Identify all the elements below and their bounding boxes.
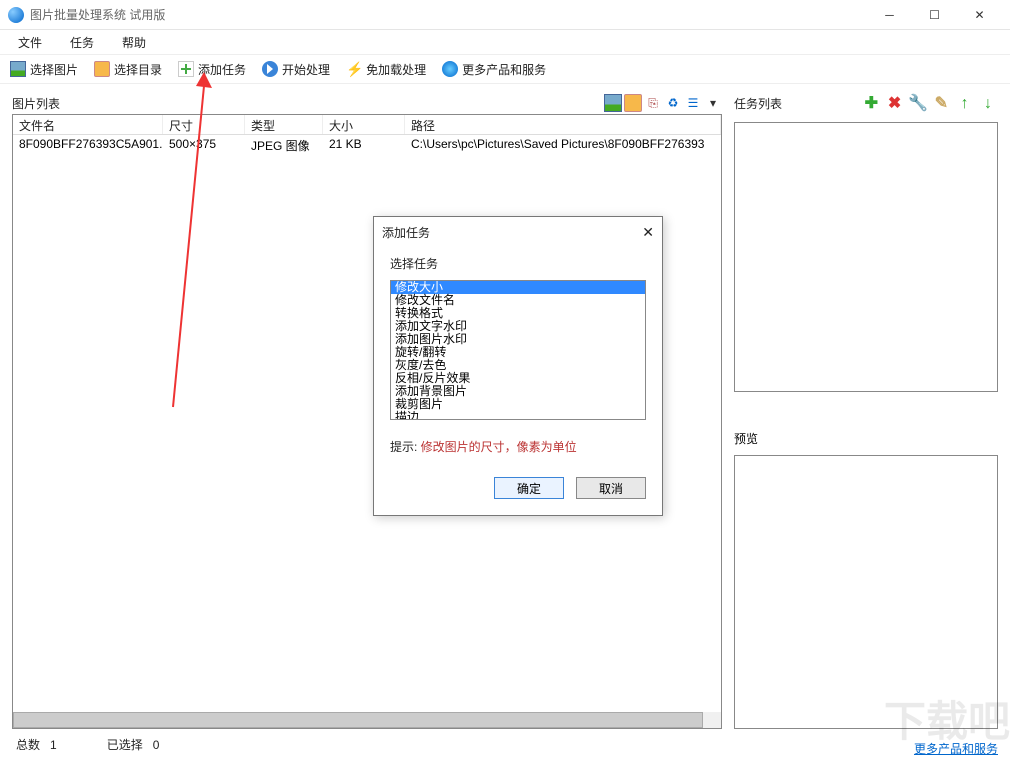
dialog-close-icon[interactable]: ✕	[642, 224, 654, 241]
add-task-button[interactable]: 添加任务	[174, 59, 250, 80]
select-folder-button[interactable]: 选择目录	[90, 59, 166, 80]
task-list-title: 任务列表	[734, 95, 782, 112]
list-item[interactable]: 裁剪图片	[391, 398, 645, 411]
close-button[interactable]: ✕	[957, 0, 1002, 30]
dropdown-icon[interactable]: ▾	[704, 94, 722, 112]
thumb-view-icon[interactable]	[604, 94, 622, 112]
footer-link[interactable]: 更多产品和服务	[914, 740, 998, 757]
wrench-icon[interactable]: 🔧	[908, 93, 928, 113]
move-down-icon[interactable]: ↓	[978, 95, 998, 113]
clear-icon[interactable]: ✎	[931, 93, 951, 113]
globe-icon	[442, 61, 458, 77]
menu-file[interactable]: 文件	[10, 32, 50, 53]
photo-icon	[10, 61, 26, 77]
preview-panel	[734, 455, 998, 729]
app-icon	[8, 7, 24, 23]
ok-button[interactable]: 确定	[494, 477, 564, 499]
table-row[interactable]: 8F090BFF276393C5A901... 500×375 JPEG 图像 …	[13, 135, 721, 155]
image-list-title: 图片列表	[12, 95, 60, 112]
menu-help[interactable]: 帮助	[114, 32, 154, 53]
window-title: 图片批量处理系统 试用版	[30, 6, 867, 23]
col-path[interactable]: 路径	[405, 115, 721, 134]
task-toolbar: ✚ ✖ 🔧 ✎ ↑ ↓	[861, 93, 998, 113]
export-icon[interactable]: ⎘	[644, 94, 662, 112]
dialog-title: 添加任务	[382, 224, 430, 241]
no-load-button[interactable]: ⚡ 免加载处理	[342, 59, 430, 80]
more-products-button[interactable]: 更多产品和服务	[438, 59, 550, 80]
add-task-dialog: 添加任务 ✕ 选择任务 修改大小 修改文件名 转换格式 添加文字水印 添加图片水…	[373, 216, 663, 516]
maximize-button[interactable]: ☐	[912, 0, 957, 30]
status-bar: 总数 1 已选择 0	[0, 733, 1010, 755]
cancel-button[interactable]: 取消	[576, 477, 646, 499]
folder-icon	[94, 61, 110, 77]
list-view-icon[interactable]: ☰	[684, 94, 702, 112]
toolbar: 选择图片 选择目录 添加任务 开始处理 ⚡ 免加载处理 更多产品和服务	[0, 54, 1010, 84]
group-label: 选择任务	[390, 255, 646, 272]
hint-text: 提示: 修改图片的尺寸，像素为单位	[390, 438, 646, 455]
col-type[interactable]: 类型	[245, 115, 323, 134]
recycle-icon[interactable]: ♻	[664, 94, 682, 112]
plus-icon	[178, 61, 194, 77]
add-icon[interactable]: ✚	[861, 93, 881, 113]
menu-bar: 文件 任务 帮助	[0, 30, 1010, 54]
delete-icon[interactable]: ✖	[885, 93, 905, 113]
select-images-button[interactable]: 选择图片	[6, 59, 82, 80]
col-size[interactable]: 尺寸	[163, 115, 245, 134]
minimize-button[interactable]: ─	[867, 0, 912, 30]
preview-title: 预览	[734, 430, 998, 447]
title-bar: 图片批量处理系统 试用版 ─ ☐ ✕	[0, 0, 1010, 30]
h-scrollbar[interactable]	[13, 712, 721, 728]
start-button[interactable]: 开始处理	[258, 59, 334, 80]
col-filesize[interactable]: 大小	[323, 115, 405, 134]
task-listbox[interactable]: 修改大小 修改文件名 转换格式 添加文字水印 添加图片水印 旋转/翻转 灰度/去…	[390, 280, 646, 420]
bolt-icon: ⚡	[346, 61, 362, 77]
task-list-panel	[734, 122, 998, 392]
col-filename[interactable]: 文件名	[13, 115, 163, 134]
move-up-icon[interactable]: ↑	[955, 95, 975, 113]
list-item[interactable]: 描边	[391, 411, 645, 420]
image-list-toolbar: ⎘ ♻ ☰ ▾	[604, 94, 722, 112]
folder-mini-icon[interactable]	[624, 94, 642, 112]
play-icon	[262, 61, 278, 77]
menu-task[interactable]: 任务	[62, 32, 102, 53]
